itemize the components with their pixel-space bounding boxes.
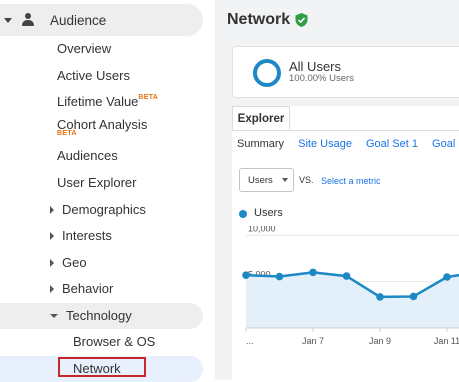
data-point: [342, 272, 351, 280]
sidebar-item-browser-os[interactable]: Browser & OS: [73, 334, 155, 349]
sidebar-group-demographics[interactable]: Demographics: [50, 202, 146, 217]
data-point: [309, 268, 317, 277]
explorer-panel: Explorer Summary Site Usage Goal Set 1 G…: [232, 106, 459, 380]
chevron-right-icon: [50, 258, 54, 267]
sidebar: Audience Overview Active Users Lifetime …: [0, 0, 215, 382]
sidebar-group-technology[interactable]: Technology: [50, 308, 132, 323]
sidebar-item-user-explorer[interactable]: User Explorer: [57, 175, 136, 190]
beta-badge: BETA: [138, 94, 159, 101]
sidebar-item-audiences[interactable]: Audiences: [57, 148, 118, 163]
subtab-summary[interactable]: Summary: [237, 138, 284, 150]
x-tick-label: ...: [246, 336, 254, 346]
main-content: Network All Users 100.00% Users Explorer…: [215, 0, 459, 380]
page-title-text: Network: [227, 11, 291, 28]
dropdown-arrow-icon: [281, 178, 288, 182]
x-tick-label: Jan 7: [302, 336, 324, 346]
person-icon: [21, 13, 35, 27]
x-tick-label: Jan 9: [369, 336, 391, 346]
metric-dropdown-value: Users: [248, 174, 273, 186]
select-metric-link[interactable]: Select a metric: [321, 176, 381, 186]
sidebar-group-behavior[interactable]: Behavior: [50, 281, 113, 296]
metric-dropdown[interactable]: Users: [239, 168, 294, 192]
sidebar-group-geo[interactable]: Geo: [50, 255, 87, 270]
sidebar-section-label: Audience: [50, 12, 107, 28]
sidebar-item-lifetime-value[interactable]: Lifetime ValueBETA: [57, 94, 158, 109]
sidebar-item-overview[interactable]: Overview: [57, 41, 111, 56]
vs-label: VS.: [299, 175, 314, 185]
data-point: [242, 271, 250, 279]
subtab-bar: Summary Site Usage Goal Set 1 Goal Se: [237, 138, 459, 150]
chevron-right-icon: [50, 205, 54, 214]
chevron-down-icon: [50, 313, 58, 318]
x-tick-label: Jan 11: [434, 336, 459, 346]
subtab-goal-set-2[interactable]: Goal Se: [432, 138, 459, 150]
beta-badge: BETA: [57, 130, 77, 137]
highlight-box: [58, 357, 146, 377]
page-title: Network: [227, 11, 308, 29]
y-tick-label: 10,000: [248, 226, 276, 233]
data-point: [376, 293, 384, 301]
sidebar-group-interests[interactable]: Interests: [50, 228, 112, 243]
data-point: [443, 273, 451, 281]
sidebar-item-active-users[interactable]: Active Users: [57, 68, 130, 83]
chevron-right-icon: [50, 284, 54, 293]
segment-ring-icon: [253, 59, 281, 87]
segment-title: All Users: [289, 59, 342, 74]
segment-subtitle: 100.00% Users: [289, 73, 354, 84]
subtab-site-usage[interactable]: Site Usage: [298, 138, 352, 150]
tab-explorer[interactable]: Explorer: [232, 106, 290, 131]
chevron-down-icon: [4, 17, 12, 23]
legend-dot: [239, 210, 247, 218]
users-line-chart: 10,0005,000... Jan 7 Jan 9 Jan 11: [242, 226, 459, 346]
segment-card[interactable]: All Users 100.00% Users: [232, 46, 459, 98]
legend-label: Users: [254, 207, 283, 219]
verified-shield-icon: [295, 13, 308, 27]
data-point: [409, 292, 418, 301]
chevron-right-icon: [50, 231, 54, 240]
tab-divider: [232, 130, 459, 131]
data-point: [275, 272, 284, 281]
subtab-goal-set-1[interactable]: Goal Set 1: [366, 138, 418, 150]
sidebar-section-audience[interactable]: Audience: [0, 4, 203, 36]
